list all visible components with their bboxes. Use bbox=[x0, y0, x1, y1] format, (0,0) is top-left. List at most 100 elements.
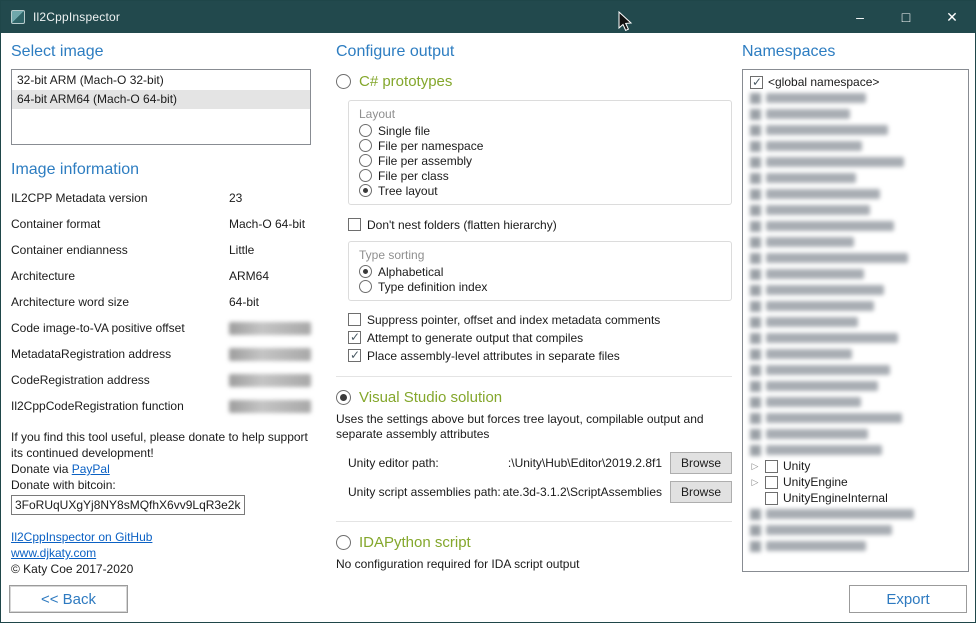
radio-icon bbox=[336, 74, 351, 89]
namespace-item-redacted[interactable] bbox=[747, 250, 964, 266]
export-button[interactable]: Export bbox=[849, 585, 967, 613]
close-button[interactable]: ✕ bbox=[929, 1, 975, 33]
radio-label: File per assembly bbox=[378, 154, 472, 168]
unity-script-path-label: Unity script assemblies path: bbox=[348, 485, 501, 499]
info-label: IL2CPP Metadata version bbox=[11, 191, 229, 205]
radio-icon bbox=[359, 154, 372, 167]
namespace-item-redacted[interactable] bbox=[747, 442, 964, 458]
expander-icon[interactable]: ▷ bbox=[750, 461, 760, 472]
layout-option-file-per-assembly[interactable]: File per assembly bbox=[359, 153, 721, 168]
title-bar[interactable]: Il2CppInspector – □ ✕ bbox=[1, 1, 975, 33]
minimize-button[interactable]: – bbox=[837, 1, 883, 33]
checkbox-label: Place assembly-level attributes in separ… bbox=[367, 349, 620, 363]
csharp-prototypes-option[interactable]: C# prototypes bbox=[336, 73, 732, 90]
browse-unity-editor-button[interactable]: Browse bbox=[670, 452, 732, 474]
namespace-item-unityengine[interactable]: ▷ UnityEngine bbox=[747, 474, 964, 490]
namespace-item-redacted[interactable] bbox=[747, 282, 964, 298]
namespaces-tree[interactable]: <global namespace> bbox=[742, 69, 969, 572]
mouse-cursor-icon bbox=[617, 11, 633, 33]
radio-label: File per namespace bbox=[378, 139, 483, 153]
namespace-item-redacted[interactable] bbox=[747, 234, 964, 250]
window-controls: – □ ✕ bbox=[837, 1, 975, 33]
output-checkboxes: Suppress pointer, offset and index metad… bbox=[336, 313, 732, 362]
checkbox-label: Don't nest folders (flatten hierarchy) bbox=[367, 218, 557, 232]
sorting-option-alphabetical[interactable]: Alphabetical bbox=[359, 264, 721, 279]
namespaces-header: Namespaces bbox=[742, 43, 969, 61]
maximize-button[interactable]: □ bbox=[883, 1, 929, 33]
expander-icon[interactable]: ▷ bbox=[750, 477, 760, 488]
namespace-item-redacted[interactable] bbox=[747, 202, 964, 218]
select-image-header: Select image bbox=[11, 43, 311, 61]
sorting-option-type-definition-index[interactable]: Type definition index bbox=[359, 279, 721, 294]
checkbox-icon bbox=[348, 349, 361, 362]
unity-script-path-value: ate.3d-3.1.2\ScriptAssemblies bbox=[503, 485, 662, 499]
type-sorting-groupbox: Type sorting Alphabetical Type definitio… bbox=[348, 241, 732, 301]
github-link[interactable]: Il2CppInspector on GitHub bbox=[11, 529, 152, 545]
namespace-item-redacted[interactable] bbox=[747, 106, 964, 122]
unity-script-path-row: Unity script assemblies path: ate.3d-3.1… bbox=[348, 481, 732, 503]
namespace-item-redacted[interactable] bbox=[747, 154, 964, 170]
left-panel: Select image 32-bit ARM (Mach-O 32-bit) … bbox=[11, 43, 311, 577]
bitcoin-address-field[interactable] bbox=[11, 495, 245, 515]
namespace-item-global[interactable]: <global namespace> bbox=[747, 74, 964, 90]
info-row: Container format Mach-O 64-bit bbox=[11, 211, 311, 237]
info-label: Container format bbox=[11, 217, 229, 231]
namespace-item-redacted[interactable] bbox=[747, 522, 964, 538]
redacted-value bbox=[229, 322, 311, 335]
image-option-arm32[interactable]: 32-bit ARM (Mach-O 32-bit) bbox=[12, 71, 310, 90]
namespace-item-redacted[interactable] bbox=[747, 170, 964, 186]
namespace-item-redacted[interactable] bbox=[747, 314, 964, 330]
layout-option-single-file[interactable]: Single file bbox=[359, 123, 721, 138]
separate-attributes-checkbox[interactable]: Place assembly-level attributes in separ… bbox=[348, 349, 732, 362]
namespace-item-redacted[interactable] bbox=[747, 410, 964, 426]
layout-option-tree-layout[interactable]: Tree layout bbox=[359, 183, 721, 198]
info-row: Architecture ARM64 bbox=[11, 263, 311, 289]
compilable-output-checkbox[interactable]: Attempt to generate output that compiles bbox=[348, 331, 732, 344]
redacted-value bbox=[229, 400, 311, 413]
namespace-item-redacted[interactable] bbox=[747, 538, 964, 554]
info-label: Container endianness bbox=[11, 243, 229, 257]
namespace-item-redacted[interactable] bbox=[747, 218, 964, 234]
checkbox-icon bbox=[765, 476, 778, 489]
namespace-label: Unity bbox=[783, 459, 810, 473]
info-row: CodeRegistration address bbox=[11, 367, 311, 393]
namespace-item-unityengineinternal[interactable]: UnityEngineInternal bbox=[747, 490, 964, 506]
namespace-item-redacted[interactable] bbox=[747, 122, 964, 138]
image-option-arm64[interactable]: 64-bit ARM64 (Mach-O 64-bit) bbox=[12, 90, 310, 109]
info-label: CodeRegistration address bbox=[11, 373, 229, 387]
layout-option-file-per-namespace[interactable]: File per namespace bbox=[359, 138, 721, 153]
namespace-item-redacted[interactable] bbox=[747, 378, 964, 394]
info-value: 64-bit bbox=[229, 295, 259, 309]
redacted-value bbox=[229, 374, 311, 387]
namespace-item-redacted[interactable] bbox=[747, 426, 964, 442]
browse-script-assemblies-button[interactable]: Browse bbox=[670, 481, 732, 503]
idapython-option[interactable]: IDAPython script bbox=[336, 534, 732, 551]
namespace-item-redacted[interactable] bbox=[747, 138, 964, 154]
website-link[interactable]: www.djkaty.com bbox=[11, 545, 96, 561]
back-button[interactable]: << Back bbox=[9, 585, 128, 613]
layout-groupbox: Layout Single file File per namespace Fi… bbox=[348, 100, 732, 205]
paypal-link[interactable]: PayPal bbox=[72, 462, 110, 476]
redacted-value bbox=[229, 348, 311, 361]
layout-option-file-per-class[interactable]: File per class bbox=[359, 168, 721, 183]
namespace-item-redacted[interactable] bbox=[747, 506, 964, 522]
namespace-item-redacted[interactable] bbox=[747, 330, 964, 346]
section-divider bbox=[336, 376, 732, 377]
links-block: Il2CppInspector on GitHub www.djkaty.com… bbox=[11, 529, 311, 577]
namespace-item-redacted[interactable] bbox=[747, 362, 964, 378]
namespace-item-redacted[interactable] bbox=[747, 394, 964, 410]
suppress-metadata-checkbox[interactable]: Suppress pointer, offset and index metad… bbox=[348, 313, 732, 326]
checkbox-label: Suppress pointer, offset and index metad… bbox=[367, 313, 660, 327]
namespace-item-redacted[interactable] bbox=[747, 186, 964, 202]
namespace-item-redacted[interactable] bbox=[747, 298, 964, 314]
namespace-item-redacted[interactable] bbox=[747, 346, 964, 362]
namespace-item-redacted[interactable] bbox=[747, 90, 964, 106]
info-value: ARM64 bbox=[229, 269, 269, 283]
radio-label: File per class bbox=[378, 169, 449, 183]
namespace-item-unity[interactable]: ▷ Unity bbox=[747, 458, 964, 474]
flatten-hierarchy-checkbox[interactable]: Don't nest folders (flatten hierarchy) bbox=[348, 218, 732, 231]
copyright-text: © Katy Coe 2017-2020 bbox=[11, 561, 311, 577]
namespace-item-redacted[interactable] bbox=[747, 266, 964, 282]
namespace-label: UnityEngine bbox=[783, 475, 848, 489]
visual-studio-option[interactable]: Visual Studio solution bbox=[336, 389, 732, 406]
